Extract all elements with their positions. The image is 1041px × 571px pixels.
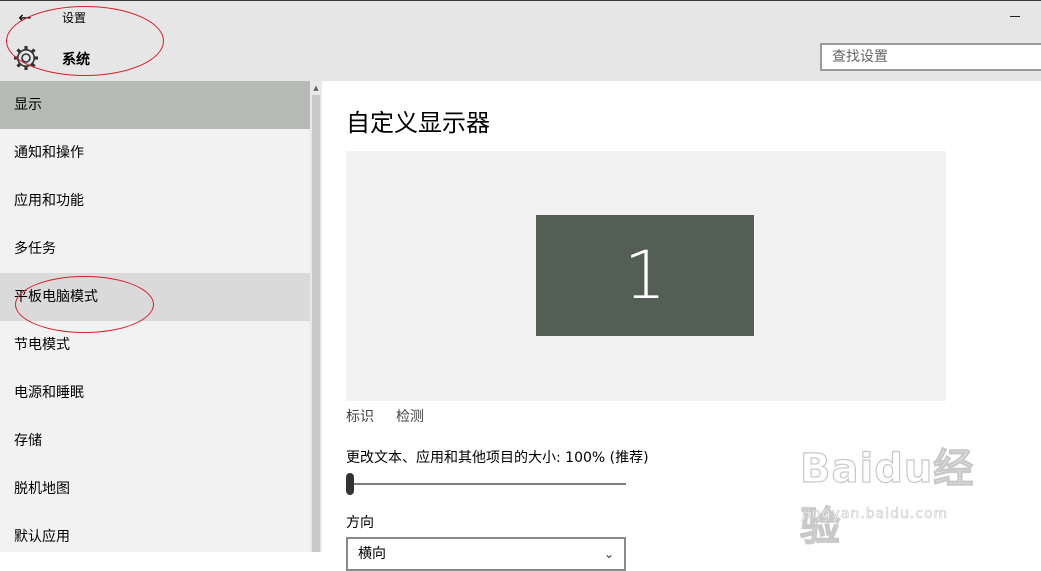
scale-label: 更改文本、应用和其他项目的大小: 100% (推荐) bbox=[346, 450, 649, 466]
sidebar-item-apps-features[interactable]: 应用和功能 bbox=[0, 177, 310, 225]
sidebar-item-notifications[interactable]: 通知和操作 bbox=[0, 129, 310, 177]
chevron-down-icon: ⌄ bbox=[603, 547, 614, 561]
monitor-number: 1 bbox=[624, 237, 666, 314]
search-box[interactable] bbox=[820, 43, 1041, 71]
detect-link[interactable]: 检测 bbox=[396, 406, 424, 426]
orientation-select[interactable]: 横向 ⌄ bbox=[346, 537, 626, 571]
identify-link[interactable]: 标识 bbox=[346, 406, 374, 426]
orientation-value: 横向 bbox=[358, 546, 386, 562]
search-input[interactable] bbox=[822, 45, 1041, 69]
sidebar-item-multitasking[interactable]: 多任务 bbox=[0, 225, 310, 273]
sidebar-scrollbar[interactable]: ▲ bbox=[310, 81, 322, 552]
back-arrow-icon: ← bbox=[18, 7, 32, 27]
sidebar-item-offline-maps[interactable]: 脱机地图 bbox=[0, 465, 310, 513]
sidebar-item-power-sleep[interactable]: 电源和睡眠 bbox=[0, 369, 310, 417]
scale-slider-thumb[interactable] bbox=[346, 473, 354, 495]
monitor-tile[interactable]: 1 bbox=[536, 215, 754, 336]
sidebar-item-storage[interactable]: 存储 bbox=[0, 417, 310, 465]
gear-icon bbox=[14, 46, 38, 70]
sidebar: 显示 通知和操作 应用和功能 多任务 平板电脑模式 节电模式 电源和睡眠 存储 … bbox=[0, 81, 310, 552]
back-button[interactable]: ← bbox=[12, 6, 38, 28]
category-title: 系统 bbox=[62, 52, 90, 68]
orientation-label: 方向 bbox=[346, 515, 374, 531]
header: ← 设置 系统 bbox=[0, 1, 1041, 81]
main-content: 自定义显示器 1 标识 检测 更改文本、应用和其他项目的大小: 100% (推荐… bbox=[322, 81, 1041, 571]
sidebar-item-tablet-mode[interactable]: 平板电脑模式 bbox=[0, 273, 310, 321]
scroll-up-arrow-icon[interactable]: ▲ bbox=[310, 81, 322, 95]
minimize-icon[interactable] bbox=[1004, 6, 1026, 26]
sidebar-item-battery-saver[interactable]: 节电模式 bbox=[0, 321, 310, 369]
window-title: 设置 bbox=[62, 11, 87, 25]
scroll-thumb[interactable] bbox=[312, 95, 320, 552]
scale-slider[interactable] bbox=[346, 471, 626, 497]
sidebar-item-display[interactable]: 显示 bbox=[0, 81, 310, 129]
scale-slider-track bbox=[346, 483, 626, 485]
sidebar-item-default-apps[interactable]: 默认应用 bbox=[0, 513, 310, 561]
monitor-arrangement-area: 1 bbox=[346, 151, 946, 401]
page-title: 自定义显示器 bbox=[346, 109, 490, 137]
